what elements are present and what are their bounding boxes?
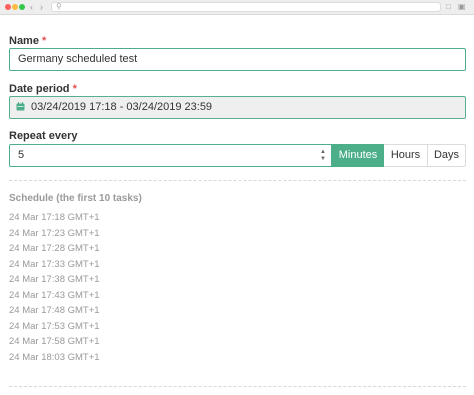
section-divider-bottom [9,386,466,387]
schedule-title: Schedule (the first 10 tasks) [9,193,142,204]
schedule-item: 24 Mar 18:03 GMT+1 [9,351,100,363]
schedule-item: 24 Mar 17:43 GMT+1 [9,289,100,301]
date-period-label: Date period * [9,83,77,95]
required-mark: * [42,35,47,47]
unit-days-button[interactable]: Days [428,144,466,167]
number-spinner[interactable]: ▲ ▼ [319,149,327,163]
schedule-item: 24 Mar 17:28 GMT+1 [9,243,100,254]
schedule-item: 24 Mar 17:33 GMT+1 [9,258,100,270]
search-icon: ⚲ [56,2,62,11]
schedule-item: 24 Mar 17:48 GMT+1 [9,305,100,316]
name-label-text: Name [9,35,39,47]
schedule-item: 24 Mar 17:23 GMT+1 [9,227,100,239]
date-period-value: 03/24/2019 17:18 - 03/24/2019 23:59 [31,101,213,113]
maximize-window-button[interactable] [19,4,25,10]
schedule-item: 24 Mar 17:58 GMT+1 [9,336,100,347]
unit-hours-button[interactable]: Hours [384,144,428,167]
address-bar[interactable]: ⚲ [51,2,441,12]
decrement-arrow-icon[interactable]: ▼ [319,156,327,163]
back-arrow-icon[interactable]: ‹ [30,2,33,12]
share-icon[interactable]: □ [446,2,455,12]
required-mark: * [72,83,77,95]
minimize-window-button[interactable] [12,4,18,10]
date-period-label-text: Date period [9,83,70,95]
forward-arrow-icon[interactable]: › [40,2,43,12]
name-input-value: Germany scheduled test [18,53,138,65]
name-label: Name * [9,35,46,47]
section-divider [9,180,466,181]
tabs-icon[interactable]: ▣ [458,2,467,12]
repeat-interval-value: 5 [18,149,25,161]
schedule-item: 24 Mar 17:38 GMT+1 [9,274,100,285]
schedule-item: 24 Mar 17:53 GMT+1 [9,320,100,332]
date-period-input[interactable]: 03/24/2019 17:18 - 03/24/2019 23:59 [9,96,466,119]
increment-arrow-icon[interactable]: ▲ [319,149,327,156]
unit-minutes-button[interactable]: Minutes [332,144,384,167]
repeat-every-label: Repeat every [9,130,78,142]
name-input[interactable]: Germany scheduled test [9,48,466,71]
repeat-every-label-text: Repeat every [9,130,78,142]
browser-toolbar: ‹ › ⚲ □ ▣ [0,0,474,15]
close-window-button[interactable] [5,4,11,10]
schedule-item: 24 Mar 17:18 GMT+1 [9,212,100,223]
calendar-icon [16,102,25,111]
repeat-interval-input[interactable]: 5 ▲ ▼ [9,144,332,167]
schedule-list: 24 Mar 17:18 GMT+1 24 Mar 17:23 GMT+1 24… [9,210,100,365]
